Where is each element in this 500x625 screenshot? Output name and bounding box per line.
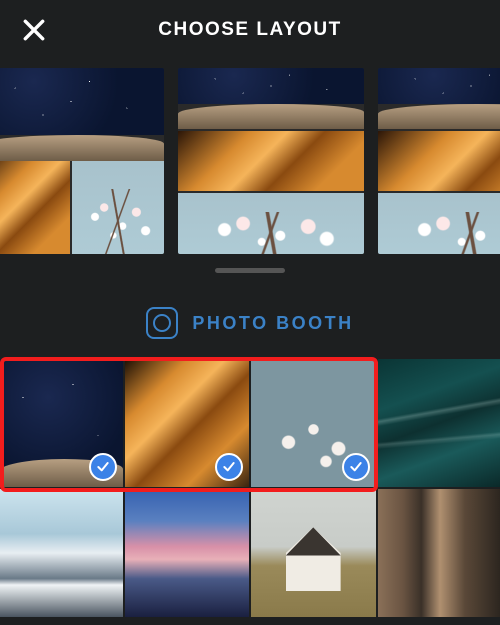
layout-pane-canyon [378,131,500,192]
layout-option-2[interactable] [178,68,364,254]
selected-check [89,453,117,481]
layout-option-3[interactable] [378,68,500,254]
thumbnail-blossom[interactable] [251,359,376,487]
layout-pane-canyon [178,131,364,192]
thumbnail-cliff[interactable] [378,489,500,617]
layout-pane-night [378,68,500,104]
layout-pane-blossom [378,193,500,254]
layout-pane-night [178,68,364,104]
check-icon [221,459,237,475]
close-icon [21,17,47,43]
layout-pane-blossom [178,193,364,254]
check-icon [348,459,364,475]
layout-option-1[interactable] [0,68,164,254]
thumbnail-house[interactable] [251,489,376,617]
layout-pane-canyon [0,161,70,254]
camera-icon [146,307,178,339]
thumbnail-night-rock[interactable] [0,359,123,487]
photo-grid [0,359,500,617]
photo-booth-label: PHOTO BOOTH [192,313,353,334]
thumbnail-pink-mountain[interactable] [125,489,250,617]
thumbnail-ocean[interactable] [378,359,500,487]
close-button[interactable] [18,14,50,46]
layout-pane-night [0,68,164,135]
page-title: CHOOSE LAYOUT [0,19,500,41]
layout-carousel[interactable] [0,60,500,262]
layout-pane-blossom [72,161,164,254]
check-icon [95,459,111,475]
layout-pane-rock [0,135,164,161]
photo-booth-button[interactable]: PHOTO BOOTH [0,291,500,355]
layout-pane-rock [378,104,500,128]
selected-check [215,453,243,481]
layout-pane-rock [178,104,364,128]
thumbnail-snow-mountain[interactable] [0,489,123,617]
scroll-indicator [215,268,285,273]
thumbnail-canyon[interactable] [125,359,250,487]
header-bar: CHOOSE LAYOUT [0,0,500,60]
selected-check [342,453,370,481]
